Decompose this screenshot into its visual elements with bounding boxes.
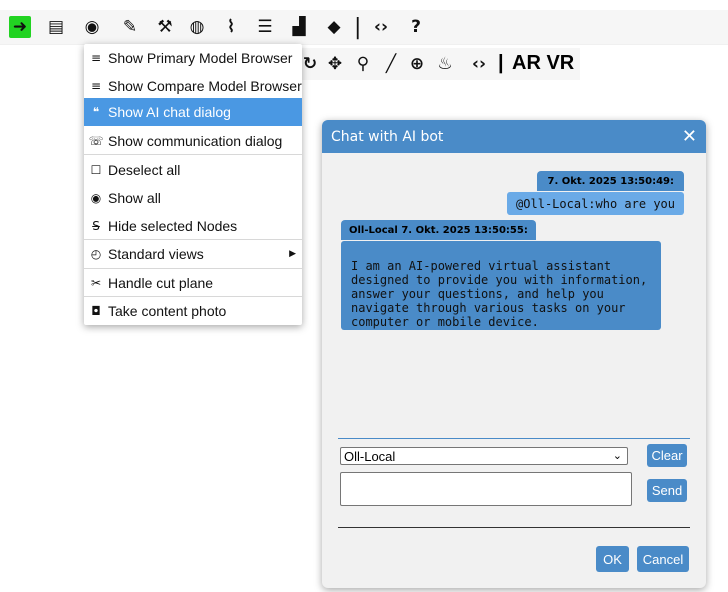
chart-icon[interactable]: ▟ — [288, 16, 310, 38]
wrench-icon[interactable]: ⚒ — [154, 16, 176, 38]
menu-item-show-all[interactable]: ◉ Show all — [84, 184, 302, 212]
message-text-bot: I am an AI-powered virtual assistant des… — [341, 241, 661, 330]
dialog-title: Chat with AI bot — [331, 128, 444, 145]
menu-item-label: Show all — [108, 190, 161, 206]
menu-item-compare-browser[interactable]: ≡ Show Compare Model Browser — [84, 72, 302, 100]
send-button[interactable]: Send — [647, 479, 687, 502]
menu-item-label: Show AI chat dialog — [108, 104, 231, 120]
move-icon[interactable]: ✥ — [324, 53, 346, 75]
message-header-user: 7. Okt. 2025 13:50:49: — [537, 171, 684, 191]
eye-icon[interactable]: ◉ — [81, 16, 103, 38]
compass-icon: ◴ — [90, 247, 102, 261]
menu-item-label: Standard views — [108, 246, 204, 262]
rotate-icon[interactable]: ↻ — [300, 53, 320, 75]
menu-item-primary-browser[interactable]: ≡ Show Primary Model Browser — [84, 44, 302, 72]
toolbar2-separator: | — [498, 52, 504, 74]
globe-icon[interactable]: ⊕ — [406, 53, 428, 75]
menu-item-content-photo[interactable]: ◘ Take content photo — [84, 297, 302, 325]
message-text-user: @Oll-Local:who are you — [507, 192, 684, 215]
ok-button[interactable]: OK — [596, 546, 629, 572]
chat-icon: ❝ — [92, 105, 100, 119]
chevron-down-icon: ⌄ — [612, 449, 622, 462]
menu-item-label: Handle cut plane — [108, 275, 214, 291]
chat-history[interactable]: 7. Okt. 2025 13:50:49: @Oll-Local:who ar… — [338, 160, 690, 436]
main-toolbar: ➜ ▤ ◉ ✎ ⚒ ◍ ⌇ ☰ ▟ ◆ | ‹› ? — [0, 10, 728, 45]
message-input[interactable] — [340, 472, 632, 506]
menu-item-label: Show Compare Model Browser — [108, 78, 302, 94]
code-icon[interactable]: ‹› — [468, 53, 490, 75]
square-icon: ☐ — [90, 163, 102, 177]
menu-item-communication[interactable]: ☏ Show communication dialog — [84, 127, 302, 155]
help-icon[interactable]: ? — [405, 16, 427, 38]
view-menu: ≡ Show Primary Model Browser ≡ Show Comp… — [84, 44, 302, 325]
palette-icon[interactable]: ◍ — [186, 16, 208, 38]
chat-divider — [338, 438, 690, 439]
tag-icon[interactable]: ◆ — [323, 16, 345, 38]
dialog-footer-divider — [338, 527, 690, 528]
menu-item-ai-chat[interactable]: ❝ Show AI chat dialog — [84, 98, 302, 126]
toolbar-separator: | — [354, 15, 362, 40]
menu-item-hide-selected[interactable]: S Hide selected Nodes — [84, 212, 302, 240]
menu-item-label: Show Primary Model Browser — [108, 50, 293, 66]
paperclip-icon[interactable]: ⌇ — [220, 16, 242, 38]
document-icon[interactable]: ▤ — [45, 16, 67, 38]
measure-icon[interactable]: ╱ — [380, 53, 402, 75]
menu-item-cut-plane[interactable]: ✂ Handle cut plane — [84, 269, 302, 297]
submenu-arrow-icon: ▶ — [289, 249, 296, 259]
menu-item-deselect-all[interactable]: ☐ Deselect all — [84, 156, 302, 184]
menu-item-label: Take content photo — [108, 303, 227, 319]
eye-icon: ◉ — [90, 191, 102, 205]
camera-icon: ◘ — [91, 304, 101, 318]
phone-icon: ☏ — [88, 134, 104, 148]
menu-item-label: Show communication dialog — [108, 133, 283, 149]
model-select-value: Oll-Local — [344, 448, 396, 464]
primary-browser-icon: ≡ — [90, 51, 102, 65]
fire-icon[interactable]: ♨ — [434, 53, 456, 75]
ar-vr-button[interactable]: AR VR — [512, 52, 574, 75]
clear-button[interactable]: Clear — [647, 444, 687, 467]
dialog-title-bar[interactable]: Chat with AI bot ✕ — [322, 120, 706, 153]
menu-item-label: Deselect all — [108, 162, 181, 178]
code-icon[interactable]: ‹› — [370, 16, 392, 38]
strikethrough-icon: S — [92, 219, 100, 233]
ai-chat-dialog: Chat with AI bot ✕ 7. Okt. 2025 13:50:49… — [322, 120, 706, 588]
zoom-icon[interactable]: ⚲ — [352, 53, 374, 75]
login-icon[interactable]: ➜ — [9, 16, 31, 38]
message-header-bot: Oll-Local 7. Okt. 2025 13:50:55: — [341, 220, 536, 240]
view-toolbar: ↻ ✥ ⚲ ╱ ⊕ ♨ ‹› | AR VR — [300, 48, 580, 80]
list-icon[interactable]: ☰ — [254, 16, 276, 38]
menu-item-label: Hide selected Nodes — [108, 218, 238, 234]
cancel-button[interactable]: Cancel — [637, 546, 689, 572]
edit-icon[interactable]: ✎ — [119, 16, 141, 38]
model-select[interactable]: Oll-Local ⌄ — [340, 447, 628, 465]
close-icon[interactable]: ✕ — [682, 126, 697, 147]
menu-item-standard-views[interactable]: ◴ Standard views ▶ — [84, 240, 302, 268]
menu-divider — [84, 154, 302, 155]
compare-browser-icon: ≡ — [90, 79, 102, 93]
scissors-icon: ✂ — [90, 276, 102, 290]
